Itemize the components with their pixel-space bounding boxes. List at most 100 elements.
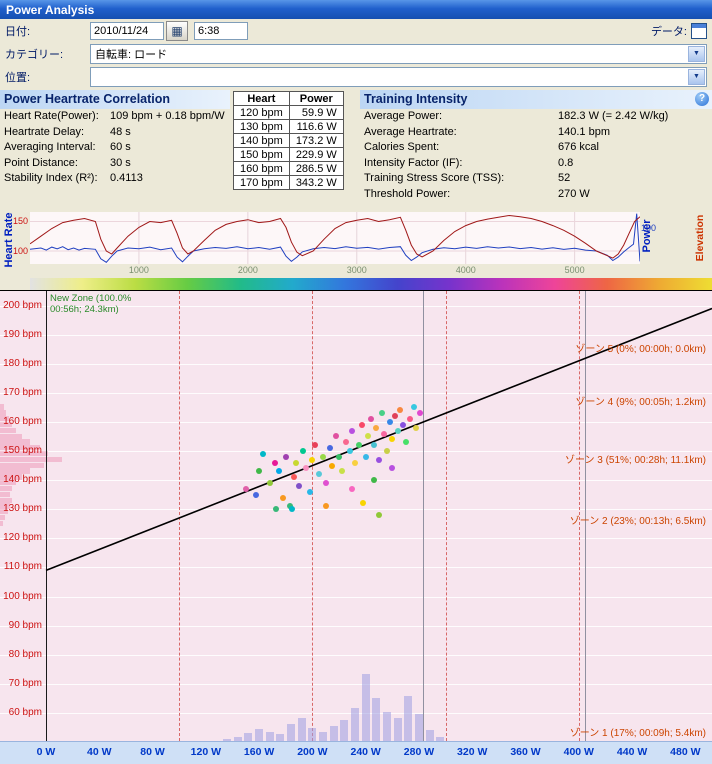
time-input[interactable]	[194, 21, 248, 40]
scatter-point	[389, 436, 396, 443]
x-axis-label: 0 W	[36, 746, 56, 758]
hr-histogram-bar	[0, 485, 12, 492]
scatter-point	[402, 439, 409, 446]
y-axis-label: 180 bpm	[3, 357, 42, 369]
power-histogram-bar	[404, 696, 413, 741]
category-value: 自転車: ロード	[95, 48, 168, 61]
scatter-point	[282, 453, 289, 460]
scatter-point	[383, 448, 390, 455]
scatter-point	[358, 421, 365, 428]
power-histogram-bar	[287, 724, 296, 741]
scatter-point	[338, 468, 345, 475]
x-axis-label: 320 W	[457, 746, 488, 758]
correlation-row: Point Distance: 30 s	[4, 156, 131, 169]
y-axis-label: 70 bpm	[8, 677, 42, 689]
h-gridline	[0, 480, 712, 482]
h-gridline	[0, 596, 712, 598]
scatter-point	[300, 448, 307, 455]
scatter-point	[333, 433, 340, 440]
zone-label: ゾーン 2 (23%; 00:13h; 6.5km)	[569, 515, 706, 527]
correlation-panel: Power Heartrate Correlation Heart Rate(P…	[0, 90, 230, 187]
scatter-point	[410, 404, 417, 411]
y-axis-label: 80 bpm	[8, 648, 42, 660]
date-label: 日付:	[5, 25, 31, 38]
power-histogram-bar	[382, 712, 391, 741]
scatter-point	[290, 474, 297, 481]
power-histogram-bar	[340, 720, 349, 741]
hr-histogram-bar	[0, 439, 30, 445]
power-histogram-bar	[425, 730, 434, 741]
scatter-point	[368, 416, 374, 423]
category-select[interactable]: 自転車: ロード ▼	[90, 43, 707, 64]
x-axis-label: 400 W	[563, 746, 594, 758]
correlation-row: Heartrate Delay: 48 s	[4, 125, 131, 138]
new-zone-label: New Zone (100.0% 00:56h; 24.3km)	[50, 293, 132, 315]
scatter-point	[256, 468, 263, 475]
y-axis-label: 90 bpm	[8, 619, 42, 631]
x-axis-label: 80 W	[140, 746, 165, 758]
intensity-row: Training Stress Score (TSS): 52	[364, 172, 571, 184]
y-axis-label: 110 bpm	[3, 561, 42, 573]
x-axis-label: 120 W	[190, 746, 222, 758]
y-axis-label: 130 bpm	[3, 503, 42, 515]
scatter-point	[276, 468, 283, 475]
power-histogram-bar	[351, 708, 360, 741]
v-gridline-dashed	[445, 291, 447, 741]
scatter-point	[389, 465, 396, 472]
hr-histogram-bar	[0, 456, 62, 463]
scatter-point	[342, 439, 349, 446]
scatter-point	[349, 485, 356, 492]
location-select[interactable]: ▼	[90, 66, 707, 87]
h-gridline	[0, 538, 712, 540]
scatter-plot[interactable]: 200 bpm 190 bpm 180 bpm 170 bpm 160 bpm 150 b…	[0, 290, 712, 741]
scatter-point	[394, 427, 401, 434]
scatter-point	[309, 456, 316, 463]
correlation-row: Stability Index (R²): 0.4113	[4, 172, 143, 184]
x-axis-label: 40 W	[87, 746, 112, 758]
scatter-point	[406, 416, 413, 423]
y-axis-label: 160 bpm	[3, 415, 42, 427]
calendar-button[interactable]: ▦	[166, 20, 188, 41]
power-histogram-bar	[414, 714, 423, 741]
scatter-point	[370, 442, 377, 449]
power-x-axis: 0 W 40 W 80 W 120 W 160 W 200 W 240 W 280 W 320 …	[0, 741, 712, 764]
intensity-row: Calories Spent: 676 kcal	[364, 141, 599, 153]
titlebar[interactable]: Power Analysis	[0, 0, 712, 19]
table-row: 160 bpm 286.5 W	[233, 161, 344, 176]
hr-histogram-bar	[0, 404, 4, 410]
x-axis-label: 240 W	[350, 746, 381, 758]
y-axis-line	[46, 291, 47, 741]
strip-x-tick-label: 4000	[455, 265, 476, 275]
scatter-point	[273, 506, 280, 513]
time-color-gradient-bar	[30, 278, 712, 290]
scatter-point	[326, 445, 333, 452]
scatter-point	[391, 413, 398, 420]
scatter-point	[399, 421, 406, 428]
intensity-row: Threshold Power: 270 W	[364, 187, 590, 200]
info-panels: Power Heartrate Correlation Heart Rate(P…	[0, 90, 712, 208]
date-input[interactable]	[90, 21, 164, 40]
strip-hr-tick: 150	[12, 216, 28, 227]
hr-power-table: Heart Power 120 bpm 59.9 W 130 bpm 116.6 W …	[233, 91, 344, 190]
h-gridline	[0, 421, 712, 423]
window-title: Power Analysis	[6, 2, 95, 17]
hr-histogram-bar	[0, 497, 12, 503]
data-report-icon[interactable]	[691, 22, 707, 39]
y-axis-label: 150 bpm	[3, 445, 42, 457]
y-axis-label: 60 bpm	[8, 706, 42, 718]
help-icon[interactable]: ?	[695, 92, 709, 106]
y-axis-label: 140 bpm	[3, 474, 42, 486]
scatter-point	[302, 465, 309, 472]
power-histogram-bar	[265, 732, 274, 741]
scatter-point	[365, 433, 372, 440]
h-gridline	[0, 363, 712, 365]
strip-x-tick-label: 5000	[564, 265, 585, 275]
strip-x-tick-label: 3000	[346, 265, 367, 275]
scatter-point	[362, 453, 369, 460]
scatter-point	[356, 442, 363, 449]
scatter-point	[312, 442, 319, 449]
scatter-point	[386, 418, 393, 425]
category-label: カテゴリー:	[5, 48, 64, 61]
scatter-point	[242, 485, 249, 492]
scatter-point	[296, 482, 303, 489]
